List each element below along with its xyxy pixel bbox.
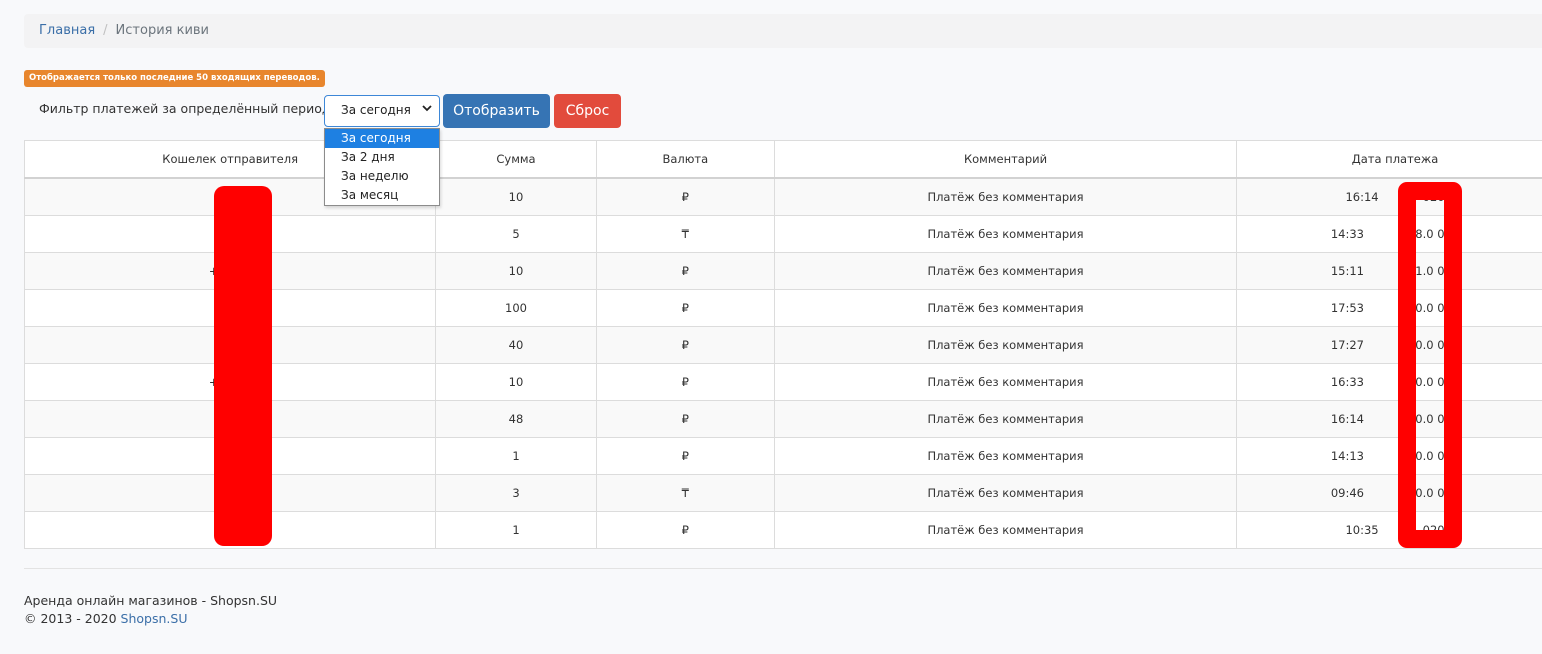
cell-currency: ₸ bbox=[595, 474, 775, 512]
chevron-down-icon bbox=[421, 102, 433, 117]
period-option-today[interactable]: За сегодня bbox=[325, 129, 439, 148]
period-select-value: За сегодня bbox=[341, 103, 411, 117]
footer-text: Аренда онлайн магазинов - Shopsn.SU bbox=[24, 593, 278, 608]
cell-date: 15:11 21.0 020 bbox=[1236, 252, 1542, 290]
date-time: 16:33 bbox=[1330, 375, 1364, 389]
cell-date: 17:53 20.0 020 bbox=[1236, 289, 1542, 327]
period-dropdown: За сегодня За 2 дня За неделю За месяц bbox=[324, 128, 440, 206]
date-time: 14:33 bbox=[1330, 227, 1364, 241]
cell-currency: ₽ bbox=[595, 511, 775, 549]
cell-currency: ₽ bbox=[595, 400, 775, 438]
footer: Аренда онлайн магазинов - Shopsn.SU © 20… bbox=[24, 592, 277, 628]
breadcrumb-home-link[interactable]: Главная bbox=[39, 23, 95, 38]
cell-date: 09:46 20.0 020 bbox=[1236, 474, 1542, 512]
filter-label: Фильтр платежей за определённый период: bbox=[39, 101, 335, 116]
redaction-bar bbox=[214, 186, 272, 546]
cell-date: 10:35 020 bbox=[1236, 511, 1542, 549]
date-time: 16:14 bbox=[1345, 190, 1379, 204]
cell-currency: ₽ bbox=[595, 363, 775, 401]
period-option-week[interactable]: За неделю bbox=[325, 167, 439, 186]
period-option-month[interactable]: За месяц bbox=[325, 186, 439, 205]
cell-date: 14:13 20.0 020 bbox=[1236, 437, 1542, 475]
cell-date: 16:14 20.0 020 bbox=[1236, 400, 1542, 438]
cell-currency: ₸ bbox=[595, 215, 775, 253]
cell-comment: Платёж без комментария bbox=[773, 326, 1238, 364]
cell-currency: ₽ bbox=[595, 437, 775, 475]
cell-amount: 3 bbox=[435, 474, 597, 512]
cell-comment: Платёж без комментария bbox=[773, 511, 1238, 549]
cell-currency: ₽ bbox=[595, 326, 775, 364]
cell-comment: Платёж без комментария bbox=[773, 177, 1238, 216]
notice-badge: Отображается только последние 50 входящи… bbox=[24, 70, 325, 87]
cell-comment: Платёж без комментария bbox=[773, 400, 1238, 438]
cell-currency: ₽ bbox=[595, 252, 775, 290]
header-amount: Сумма bbox=[435, 140, 597, 179]
redaction-box bbox=[1398, 182, 1462, 548]
date-time: 17:27 bbox=[1330, 338, 1364, 352]
reset-button[interactable]: Сброс bbox=[554, 94, 621, 128]
cell-amount: 5 bbox=[435, 215, 597, 253]
cell-amount: 10 bbox=[435, 177, 597, 216]
period-select[interactable]: За сегодня bbox=[324, 95, 440, 127]
show-button[interactable]: Отобразить bbox=[443, 94, 550, 128]
date-time: 15:11 bbox=[1330, 264, 1364, 278]
cell-comment: Платёж без комментария bbox=[773, 474, 1238, 512]
date-time: 16:14 bbox=[1330, 412, 1364, 426]
footer-link[interactable]: Shopsn.SU bbox=[121, 611, 188, 626]
header-currency: Валюта bbox=[595, 140, 775, 179]
date-time: 17:53 bbox=[1330, 301, 1364, 315]
cell-amount: 40 bbox=[435, 326, 597, 364]
breadcrumb: Главная / История киви bbox=[24, 14, 1542, 48]
date-time: 10:35 bbox=[1345, 523, 1379, 537]
cell-date: 14:33 08.0 020 bbox=[1236, 215, 1542, 253]
date-time: 09:46 bbox=[1330, 486, 1364, 500]
cell-amount: 10 bbox=[435, 252, 597, 290]
table-header-row: Кошелек отправителя Сумма Валюта Коммент… bbox=[23, 140, 1542, 179]
cell-comment: Платёж без комментария bbox=[773, 437, 1238, 475]
cell-comment: Платёж без комментария bbox=[773, 363, 1238, 401]
footer-divider bbox=[24, 568, 1542, 569]
cell-amount: 10 bbox=[435, 363, 597, 401]
cell-currency: ₽ bbox=[595, 289, 775, 327]
header-date: Дата платежа bbox=[1236, 140, 1542, 179]
cell-date: 16:33 20.0 020 bbox=[1236, 363, 1542, 401]
cell-amount: 100 bbox=[435, 289, 597, 327]
date-time: 14:13 bbox=[1330, 449, 1364, 463]
breadcrumb-current: История киви bbox=[115, 23, 210, 38]
cell-date: 17:27 20.0 020 bbox=[1236, 326, 1542, 364]
footer-copyright: © 2013 - 2020 bbox=[24, 611, 121, 626]
cell-comment: Платёж без комментария bbox=[773, 215, 1238, 253]
cell-amount: 48 bbox=[435, 400, 597, 438]
breadcrumb-separator: / bbox=[103, 23, 108, 38]
cell-comment: Платёж без комментария bbox=[773, 289, 1238, 327]
cell-date: 16:14 020 bbox=[1236, 177, 1542, 216]
period-option-2days[interactable]: За 2 дня bbox=[325, 148, 439, 167]
cell-amount: 1 bbox=[435, 437, 597, 475]
cell-currency: ₽ bbox=[595, 177, 775, 216]
header-comment: Комментарий bbox=[773, 140, 1238, 179]
cell-comment: Платёж без комментария bbox=[773, 252, 1238, 290]
cell-amount: 1 bbox=[435, 511, 597, 549]
